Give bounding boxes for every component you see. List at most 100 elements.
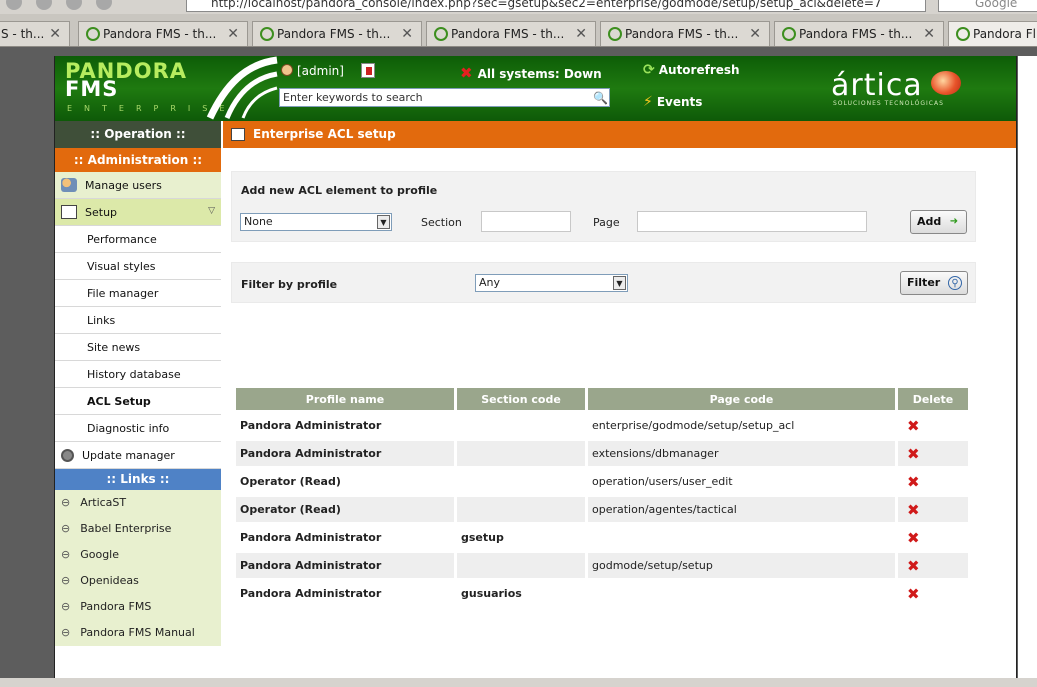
events-link[interactable]: ⚡ Events	[643, 94, 702, 110]
sidebar-link-label: Openideas	[80, 574, 139, 587]
bookmark-icon[interactable]	[96, 0, 112, 10]
sidebar-links-header[interactable]: :: Links ::	[55, 469, 221, 490]
sidebar-link-label: Pandora FMS Manual	[80, 626, 195, 639]
filter-profile-select[interactable]: Any ▼	[475, 274, 628, 292]
sidebar: :: Operation :: :: Administration :: Man…	[55, 121, 221, 687]
sidebar-item-acl-setup[interactable]: ACL Setup	[55, 388, 221, 415]
update-icon	[61, 448, 74, 462]
autorefresh-link[interactable]: ⟳ Autorefresh	[643, 62, 740, 78]
link-icon: ⊖	[61, 626, 71, 639]
table-row: Pandora Administrator gusuarios ✖	[236, 581, 968, 606]
setup-icon	[61, 205, 77, 219]
artica-brand-sub: SOLUCIONES TECNOLÓGICAS	[833, 100, 944, 107]
sidebar-item-performance[interactable]: Performance	[55, 226, 221, 253]
pandora-logo[interactable]: PANDORA FMS	[65, 61, 187, 100]
browser-tab[interactable]: Pandora FMS - th... ✕	[600, 21, 770, 46]
browser-search-box[interactable]: Google	[938, 0, 1037, 12]
stop-icon[interactable]	[36, 0, 52, 10]
user-link[interactable]: [admin]	[281, 64, 344, 78]
search-icon[interactable]: 🔍	[593, 91, 608, 105]
close-icon[interactable]: ✕	[227, 26, 239, 42]
systems-status[interactable]: ✖ All systems: Down	[460, 64, 602, 82]
link-icon: ⊖	[61, 548, 71, 561]
url-bar[interactable]: http://localhost/pandora_console/index.p…	[186, 0, 926, 12]
filter-button[interactable]: Filter ⚲	[900, 271, 968, 295]
sidebar-item-label: ACL Setup	[87, 394, 151, 408]
logout-icon[interactable]	[361, 63, 375, 78]
sidebar-item-file-manager[interactable]: File manager	[55, 280, 221, 307]
add-button[interactable]: Add ➜	[910, 210, 967, 234]
sidebar-administration-header[interactable]: :: Administration ::	[55, 148, 221, 172]
page-label: Page	[593, 216, 620, 229]
close-icon[interactable]: ✕	[401, 26, 413, 42]
link-icon: ⊖	[61, 574, 71, 587]
home-icon[interactable]	[66, 0, 82, 10]
reload-icon[interactable]	[6, 0, 22, 10]
sidebar-item-label: Links	[87, 313, 116, 327]
cell-section	[457, 497, 585, 522]
browser-tab[interactable]: Pandora FMS - th... ✕	[426, 21, 596, 46]
delete-icon[interactable]: ✖	[902, 473, 920, 491]
cell-section	[457, 441, 585, 466]
magnifier-icon: ⚲	[948, 276, 962, 290]
filter-title: Filter by profile	[241, 278, 338, 291]
browser-tab[interactable]: Pandora FMS - th... ✕	[252, 21, 422, 46]
sidebar-item-label: Manage users	[85, 178, 162, 192]
sidebar-item-update-manager[interactable]: Update manager	[55, 442, 221, 469]
sidebar-operation-header[interactable]: :: Operation ::	[55, 121, 221, 148]
delete-icon[interactable]: ✖	[902, 445, 920, 463]
close-icon[interactable]: ✕	[49, 26, 61, 42]
browser-nav-buttons	[6, 0, 112, 10]
artica-brand[interactable]: ártica	[831, 68, 923, 103]
sidebar-item-diagnostic-info[interactable]: Diagnostic info	[55, 415, 221, 442]
sidebar-link-babel[interactable]: ⊖ Babel Enterprise	[55, 516, 221, 542]
column-header-delete: Delete	[898, 388, 968, 410]
sidebar-item-history-database[interactable]: History database	[55, 361, 221, 388]
link-icon: ⊖	[61, 600, 71, 613]
keyword-search-input[interactable]	[279, 88, 610, 107]
cell-page: operation/agentes/tactical	[588, 497, 895, 522]
acl-table: Profile name Section code Page code Dele…	[233, 385, 971, 609]
page-input[interactable]	[637, 211, 867, 232]
browser-tab[interactable]: Pandora FMS - th... ✕	[774, 21, 944, 46]
refresh-icon: ⟳	[643, 62, 655, 78]
setup-icon	[231, 128, 245, 141]
sidebar-link-openideas[interactable]: ⊖ Openideas	[55, 568, 221, 594]
column-header-page: Page code	[588, 388, 895, 410]
section-input[interactable]	[481, 211, 571, 232]
systems-status-text: All systems: Down	[477, 67, 602, 81]
tab-label: Pandora Fl	[973, 27, 1036, 41]
add-acl-form: Add new ACL element to profile None ▼ Se…	[231, 171, 976, 242]
sidebar-link-articast[interactable]: ⊖ ArticaST	[55, 490, 221, 516]
sidebar-link-pandora-manual[interactable]: ⊖ Pandora FMS Manual	[55, 620, 221, 646]
sidebar-link-pandora-fms[interactable]: ⊖ Pandora FMS	[55, 594, 221, 620]
sidebar-item-site-news[interactable]: Site news	[55, 334, 221, 361]
browser-status-bar	[0, 678, 1037, 687]
sidebar-item-setup[interactable]: Setup ▽	[55, 199, 221, 226]
cell-page: operation/users/user_edit	[588, 469, 895, 494]
close-icon[interactable]: ✕	[575, 26, 587, 42]
delete-icon[interactable]: ✖	[902, 529, 920, 547]
browser-tab-active[interactable]: Pandora Fl	[948, 21, 1037, 46]
sidebar-link-google[interactable]: ⊖ Google	[55, 542, 221, 568]
close-icon[interactable]: ✕	[923, 26, 935, 42]
sidebar-item-label: History database	[87, 367, 181, 381]
sidebar-item-label: Update manager	[82, 448, 175, 462]
cell-profile: Pandora Administrator	[236, 581, 454, 606]
delete-icon[interactable]: ✖	[902, 585, 920, 603]
browser-tab[interactable]: Pandora FMS - th... ✕	[78, 21, 248, 46]
browser-tab[interactable]: S - th... ✕	[0, 21, 70, 46]
delete-icon[interactable]: ✖	[902, 501, 920, 519]
delete-icon[interactable]: ✖	[902, 557, 920, 575]
profile-select[interactable]: None ▼	[240, 213, 392, 231]
column-header-profile: Profile name	[236, 388, 454, 410]
browser-toolbar: http://localhost/pandora_console/index.p…	[0, 0, 1037, 14]
sidebar-item-manage-users[interactable]: Manage users	[55, 172, 221, 199]
close-icon[interactable]: ✕	[749, 26, 761, 42]
delete-icon[interactable]: ✖	[902, 417, 920, 435]
sidebar-item-label: Visual styles	[87, 259, 156, 273]
dropdown-arrow-icon: ▼	[613, 276, 626, 290]
sidebar-item-visual-styles[interactable]: Visual styles	[55, 253, 221, 280]
sidebar-item-links[interactable]: Links	[55, 307, 221, 334]
cell-page	[588, 525, 895, 550]
